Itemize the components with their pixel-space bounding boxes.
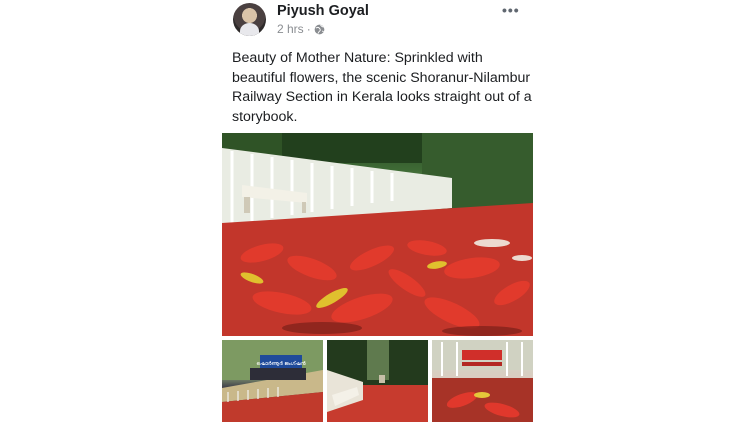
author-avatar[interactable]	[233, 3, 266, 36]
post-photo-thumbnail-1[interactable]: ഷൊർണൂർ ജംഗ്ഷൻ	[222, 340, 323, 422]
post-photo-main[interactable]	[222, 133, 533, 336]
post-meta: 2 hrs ·	[277, 22, 325, 36]
globe-icon	[314, 24, 325, 35]
post-timestamp[interactable]: 2 hrs	[277, 22, 304, 36]
facebook-post: Piyush Goyal 2 hrs · ••• Beauty of Mothe…	[222, 0, 533, 422]
post-photo-thumbnail-3[interactable]	[432, 340, 533, 422]
author-name[interactable]: Piyush Goyal	[277, 3, 369, 19]
post-caption: Beauty of Mother Nature: Sprinkled with …	[232, 50, 532, 125]
post-photo-thumbnail-2[interactable]	[327, 340, 428, 422]
station-sign-text: ഷൊർണൂർ ജംഗ്ഷൻ	[256, 361, 305, 367]
more-options-icon[interactable]: •••	[502, 2, 520, 18]
meta-separator: ·	[306, 22, 311, 36]
